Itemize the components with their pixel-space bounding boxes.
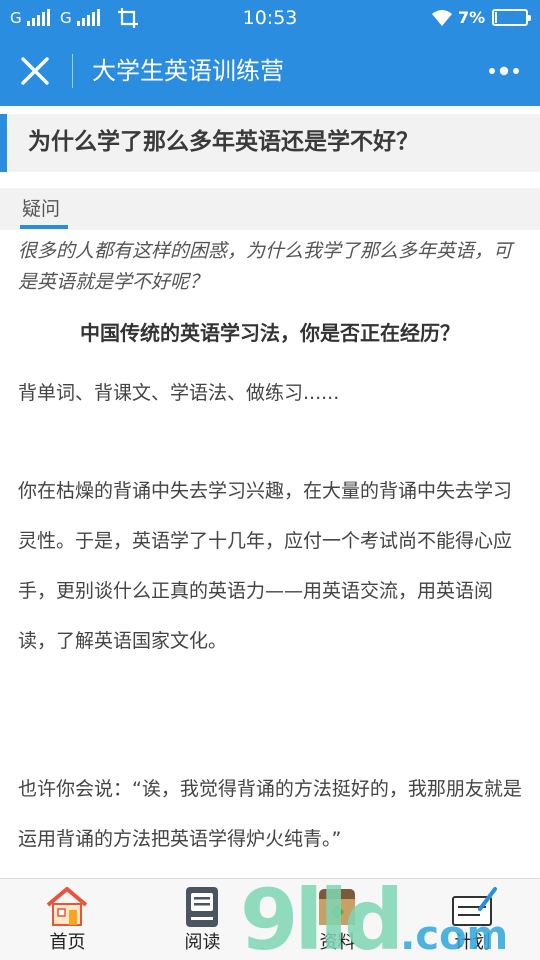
- app-bar: 大学生英语训练营: [0, 36, 540, 106]
- nav-item-home[interactable]: 首页: [0, 879, 135, 960]
- book-icon: [186, 887, 218, 927]
- nav-label: 首页: [49, 932, 86, 953]
- article-subhead: 中国传统的英语学习法，你是否正在经历？: [80, 321, 460, 345]
- section-tag-label: 疑问: [22, 198, 61, 220]
- article-title: 为什么学了那么多年英语还是学不好？: [28, 129, 419, 155]
- article-intro: 很多的人都有这样的困惑，为什么我学了那么多年英语，可是英语就是学不好呢？: [18, 240, 513, 293]
- wifi-icon: [432, 10, 452, 26]
- close-icon[interactable]: [14, 51, 56, 91]
- accent-bar: [0, 114, 7, 172]
- watermark: 9lld.com: [240, 878, 509, 960]
- battery-fill: [495, 12, 497, 23]
- battery-icon: [492, 9, 531, 26]
- battery-percent: 7%: [458, 8, 486, 27]
- home-icon: [46, 887, 88, 926]
- watermark-suffix: .com: [400, 913, 509, 959]
- article-paragraph: 也许你会说：“诶，我觉得背诵的方法挺好的，我那朋友就是运用背诵的方法把英语学得炉…: [18, 778, 522, 850]
- article-paragraph: 你在枯燥的背诵中失去学习兴趣，在大量的背诵中失去学习灵性。于是，英语学了十几年，…: [18, 480, 513, 652]
- app-bar-divider: [72, 54, 73, 88]
- article-header: 为什么学了那么多年英语还是学不好？: [0, 114, 540, 172]
- status-bar: G G 10:53 7%: [0, 0, 540, 36]
- more-icon[interactable]: [486, 58, 522, 84]
- watermark-main: 9lld: [240, 871, 404, 960]
- article-paragraph: 背单词、背课文、学语法、做练习......: [18, 382, 340, 404]
- section-tag-underline: [20, 225, 68, 229]
- section-tag: 疑问: [0, 188, 540, 230]
- app-title: 大学生英语训练营: [92, 57, 284, 85]
